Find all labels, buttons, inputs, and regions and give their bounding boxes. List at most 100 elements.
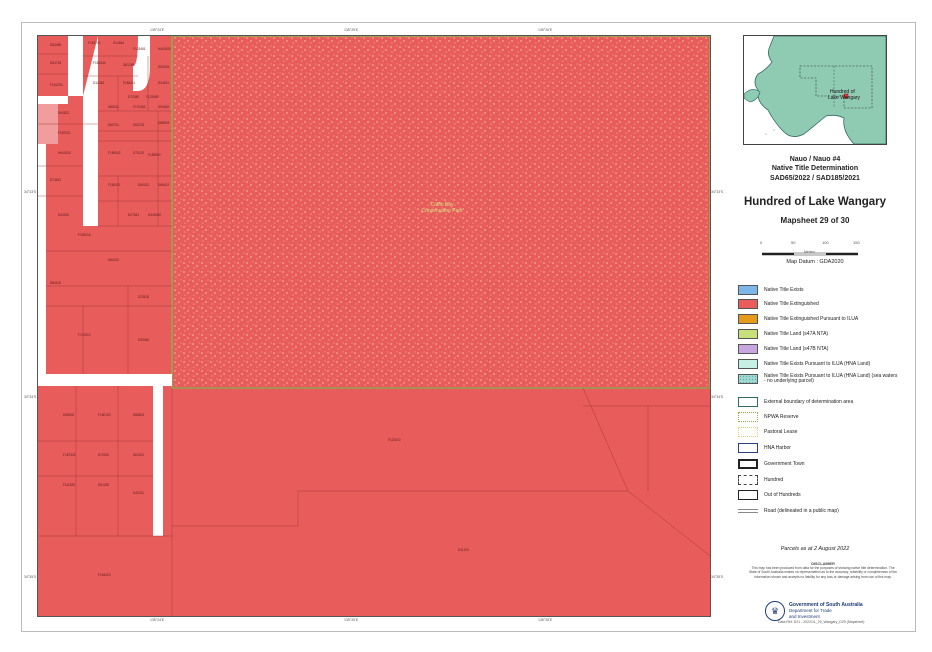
left-tick-3: 34°35'S — [24, 575, 37, 579]
parcel-label: F183900 — [148, 153, 161, 157]
disclaimer-text: This map has been produced from data for… — [748, 566, 897, 579]
right-tick-3: 34°35'S — [711, 575, 724, 579]
legend-external-boundary: External boundary of determination area — [738, 396, 853, 408]
parcel-label: D93402 — [158, 105, 169, 109]
parcel-label: D84120 — [50, 281, 61, 285]
parcel-label: D23100 — [138, 295, 149, 299]
legend-external-boundary-label: External boundary of determination area — [764, 399, 854, 405]
parcel-label: F161293 — [50, 83, 63, 87]
title-line3: SAD65/2022 / SAD185/2021 — [770, 175, 860, 182]
map-frame[interactable]: Coffin Bay Conservation Park D83456 F1837… — [37, 35, 711, 617]
parcel-label: D92015 — [158, 65, 169, 69]
page-title: Hundred of Lake Wangary — [743, 196, 887, 208]
department-line2: and Investment — [789, 613, 820, 619]
parcel-label: F190016 — [78, 233, 91, 237]
parcel-label: F182444 — [93, 61, 106, 65]
legend-s47b-label: Native Title Land (s47B NTA) — [764, 346, 829, 352]
legend-pastoral-lease: Pastoral Lease — [738, 426, 797, 438]
legend-road-label: Road (delineated in a public map) — [764, 508, 839, 514]
road-left-strip — [38, 144, 46, 374]
legend-out-of-hundreds-label: Out of Hundreds — [764, 492, 801, 498]
parcel-label: F187322 — [63, 453, 76, 457]
parcel-label: D30452 — [138, 338, 149, 342]
parcels-date: Parcels as at 2 August 2022 — [780, 546, 850, 552]
parcel-label: F123489 — [146, 95, 159, 99]
parcel-label: F184311 — [123, 81, 136, 85]
legend-native-title-exists-label: Native Title Exists — [764, 287, 804, 293]
scale-tick-2: 100 — [822, 240, 829, 245]
inset-map[interactable]: Hundred of Lake Wangary — [743, 35, 887, 145]
legend-extinguished-ilua: Native Title Extinguished Pursuant to IL… — [738, 313, 858, 325]
legend-s47a: Native Title Land (s47A NTA) — [738, 328, 828, 340]
legend-native-title-extinguished-label: Native Title Extinguished — [764, 301, 819, 307]
road-horizontal-top — [38, 96, 68, 104]
parcel-label: F111520 — [63, 483, 75, 487]
legend-exists-ilua-sea-label: Native Title Exists Pursuant to ILUA (HN… — [764, 372, 898, 384]
legend-out-of-hundreds-swatch — [738, 490, 758, 500]
legend-exists-ilua-hna-swatch — [738, 359, 758, 369]
legend-hundred-swatch — [738, 475, 758, 485]
legend-government-town-swatch — [738, 459, 758, 469]
department-line1: Department for Trade — [789, 608, 832, 614]
parcel-label: F123451 — [133, 47, 146, 51]
parcel-label: D70115 — [133, 151, 144, 155]
title-line1: Nauo / Nauo #4 — [789, 156, 841, 163]
inset-canvas: Hundred of Lake Wangary — [744, 36, 886, 144]
scale-unit: Metres — [804, 250, 815, 254]
parcel-label: D11220 — [458, 548, 469, 552]
parcel-label: D81245 — [123, 63, 134, 67]
parcel-label: D85211 — [108, 105, 119, 109]
parcel-label: F160123 — [98, 413, 111, 417]
parcel-label: D44521 — [158, 81, 169, 85]
parcel-label: D70032 — [98, 453, 109, 457]
road-vertical-1 — [68, 36, 83, 96]
mapsheet-number: Mapsheet 29 of 30 — [780, 216, 850, 225]
bottom-tick-3: 135°26'E — [538, 618, 553, 622]
parcel-label: D12345 — [93, 81, 104, 85]
legend-native-title-extinguished-swatch — [738, 299, 758, 309]
parcel-label: F187001 — [58, 131, 71, 135]
bottom-tick-1: 135°24'E — [150, 618, 165, 622]
reserve-label-2: Conservation Park — [421, 208, 463, 214]
legend-npwa-reserve-swatch — [738, 412, 758, 422]
parcel-label: D83456 — [50, 43, 61, 47]
left-tick-2: 34°34'S — [24, 395, 37, 399]
legend-hundred-label: Hundred — [764, 477, 784, 483]
legend-npwa-reserve: NPWA Reserve — [738, 411, 799, 423]
legend-s47b-swatch — [738, 344, 758, 354]
legend-native-title-exists-swatch — [738, 285, 758, 295]
legend-hna-harbor-label: HNA Harbor — [764, 445, 791, 451]
legend-pastoral-lease-swatch — [738, 427, 758, 437]
parcel-label: D40032 — [58, 213, 69, 217]
parcel-label: D50021 — [138, 183, 149, 187]
title-line2: Native Title Determination — [771, 165, 859, 172]
parcel-label: D54733 — [50, 61, 61, 65]
legend-s47a-label: Native Title Land (s47A NTA) — [764, 331, 829, 337]
scale-bar — [761, 243, 859, 256]
inset-label-2: Lake Wangary — [828, 95, 861, 101]
scale-tick-3: 150 — [853, 240, 860, 245]
top-tick-3: 135°26'E — [538, 28, 553, 32]
bottom-tick-2: 135°25'E — [344, 618, 359, 622]
parcel-label: F122010 — [388, 438, 401, 442]
parcel-label: H440050 — [148, 213, 161, 217]
legend-road-swatch — [738, 509, 758, 513]
parcel-label: D88903 — [158, 121, 169, 125]
parcel-label: F170452 — [133, 105, 146, 109]
legend-exists-ilua-hna: Native Title Exists Pursuant to ILUA (HN… — [738, 358, 870, 370]
parcel-label: F181021 — [108, 183, 121, 187]
legend-s47a-swatch — [738, 329, 758, 339]
map-datum: Map Datum : GDA2020 — [786, 259, 844, 265]
parcel-label: D58813 — [133, 413, 144, 417]
parcel-label: D70340 — [128, 95, 139, 99]
parcel-label: D60711 — [108, 123, 119, 127]
crest-icon: ♛ — [765, 601, 785, 621]
left-tick-1: 34°33'S — [24, 190, 37, 194]
scale-tick-1: 50 — [791, 240, 796, 245]
parcel-label: D40821 — [58, 111, 69, 115]
parcel-label: D40211 — [133, 491, 144, 495]
top-tick-1: 135°24'E — [150, 28, 165, 32]
legend-exists-ilua-sea-swatch — [738, 374, 758, 384]
parcel-label: D66412 — [158, 183, 169, 187]
right-tick-2: 34°34'S — [711, 395, 724, 399]
